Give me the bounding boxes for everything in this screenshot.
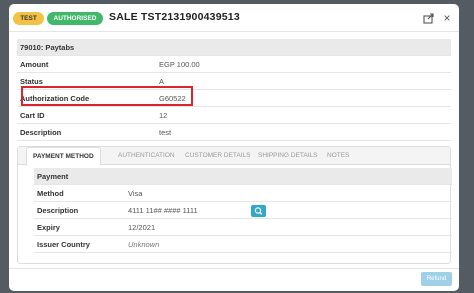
- payment-value: 4111 11## #### 1111: [128, 206, 198, 215]
- status-badge: AUTHORISED: [47, 12, 103, 25]
- search-icon[interactable]: [251, 205, 266, 217]
- tab-customer-details[interactable]: CUSTOMER DETAILS: [185, 147, 251, 165]
- tab-shipping-details[interactable]: SHIPPING DETAILS: [258, 147, 317, 165]
- payment-value: Visa: [128, 189, 143, 198]
- tab-bar: PAYMENT METHOD AUTHENTICATION CUSTOMER D…: [18, 147, 450, 166]
- payment-row-expiry: Expiry 12/2021: [34, 219, 452, 236]
- detail-key: Amount: [20, 60, 49, 69]
- payment-value: Unknown: [128, 240, 160, 249]
- tab-authentication[interactable]: AUTHENTICATION: [118, 147, 175, 165]
- share-icon[interactable]: [423, 12, 435, 24]
- payment-table: Payment Method Visa Description 4111 11#…: [34, 168, 452, 253]
- test-badge: TEST: [13, 12, 44, 25]
- detail-key: Cart ID: [20, 111, 45, 120]
- detail-value: 12: [159, 111, 168, 120]
- tabs-panel: PAYMENT METHOD AUTHENTICATION CUSTOMER D…: [17, 146, 452, 264]
- modal-title: SALE TST2131900439513: [109, 11, 240, 23]
- details-heading: 79010: Paytabs: [17, 39, 451, 56]
- detail-key: Description: [20, 128, 62, 137]
- payment-key: Description: [37, 206, 79, 215]
- close-icon[interactable]: ×: [441, 12, 453, 24]
- modal-header: TEST AUTHORISED SALE TST2131900439513 ×: [9, 4, 459, 32]
- payment-heading: Payment: [34, 168, 452, 185]
- tab-notes[interactable]: NOTES: [327, 147, 349, 165]
- payment-key: Issuer Country: [37, 240, 90, 249]
- detail-value: test: [159, 128, 172, 137]
- payment-value: 12/2021: [128, 223, 156, 232]
- payment-key: Expiry: [37, 223, 60, 232]
- payment-key: Method: [37, 189, 64, 198]
- authorization-code-highlight: [21, 86, 193, 106]
- tab-payment-method[interactable]: PAYMENT METHOD: [26, 147, 101, 166]
- transaction-modal: TEST AUTHORISED SALE TST2131900439513 × …: [9, 4, 459, 291]
- payment-row-method: Method Visa: [34, 185, 452, 202]
- detail-value: EGP 100.00: [159, 60, 200, 69]
- payment-row-issuer-country: Issuer Country Unknown: [34, 236, 452, 253]
- detail-row-description: Description test: [17, 124, 451, 141]
- modal-footer: Refund: [9, 268, 459, 291]
- detail-row-amount: Amount EGP 100.00: [17, 56, 451, 73]
- payment-row-description: Description 4111 11## #### 1111: [34, 202, 452, 219]
- detail-row-cart-id: Cart ID 12: [17, 107, 451, 124]
- refund-button[interactable]: Refund: [421, 272, 452, 286]
